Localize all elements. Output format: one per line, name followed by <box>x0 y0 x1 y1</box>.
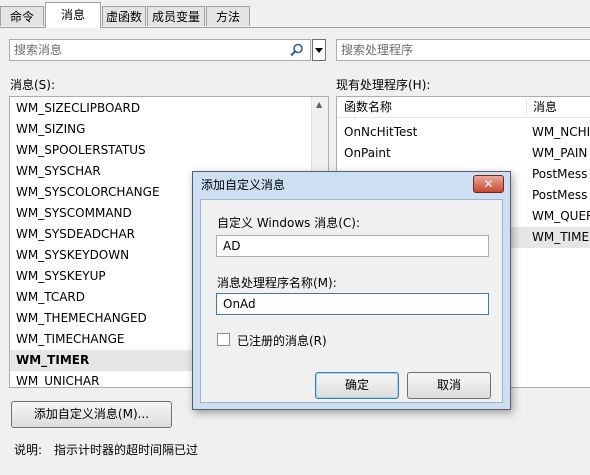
handler-message: PostMess <box>532 188 588 202</box>
table-row[interactable]: OnNcHitTest WM_NCHI <box>337 122 590 143</box>
add-custom-message-button[interactable]: 添加自定义消息(M)... <box>11 401 172 428</box>
handler-message: WM_PAIN <box>532 146 588 160</box>
list-item[interactable]: WM_TIMECHANGE <box>16 329 125 350</box>
registered-message-checkbox[interactable] <box>217 333 230 346</box>
handler-name-label: 消息处理程序名称(M): <box>217 276 337 290</box>
ok-button[interactable]: 确定 <box>315 372 399 399</box>
list-item[interactable]: WM_SYSKEYDOWN <box>16 245 129 266</box>
tab-commands[interactable]: 命令 <box>0 6 44 26</box>
search-messages-dropdown-button[interactable] <box>312 39 326 61</box>
handler-message: WM_QUER <box>532 209 590 223</box>
handlers-label: 现有处理程序(H): <box>336 78 431 92</box>
tab-messages[interactable]: 消息 <box>45 2 101 28</box>
handler-function: OnPaint <box>344 146 391 160</box>
tab-strip: 命令 消息 虚函数 成员变量 方法 <box>0 0 590 28</box>
list-item[interactable]: WM_SYSCHAR <box>16 161 101 182</box>
search-messages-input[interactable]: 搜索消息 <box>9 39 311 61</box>
tab-member-variables[interactable]: 成员变量 <box>147 6 205 26</box>
search-handlers-placeholder: 搜索处理程序 <box>341 43 414 57</box>
list-item[interactable]: WM_UNICHAR <box>16 371 99 387</box>
messages-label: 消息(S): <box>10 78 56 92</box>
list-item-selected[interactable]: WM_TIMER <box>10 350 196 371</box>
handler-message: PostMess <box>532 167 588 181</box>
dialog-body: 自定义 Windows 消息(C): AD 消息处理程序名称(M): OnAd … <box>200 199 503 403</box>
list-item[interactable]: WM_SIZING <box>16 119 85 140</box>
handlers-header: 函数名称 消息 <box>337 97 590 118</box>
list-item[interactable]: WM_SYSDEADCHAR <box>16 224 135 245</box>
list-item[interactable]: WM_THEMECHANGED <box>16 308 147 329</box>
search-messages-placeholder: 搜索消息 <box>14 43 63 57</box>
custom-message-label: 自定义 Windows 消息(C): <box>217 216 360 230</box>
list-item[interactable]: WM_SPOOLERSTATUS <box>16 140 146 161</box>
scroll-up-icon[interactable]: ▲ <box>316 100 322 109</box>
handler-message: WM_TIME <box>532 230 590 244</box>
cancel-button[interactable]: 取消 <box>407 372 491 399</box>
dialog-title: 添加自定义消息 <box>201 178 286 192</box>
add-custom-message-dialog: 添加自定义消息 ✕ 自定义 Windows 消息(C): AD 消息处理程序名称… <box>192 171 511 410</box>
handler-name-input[interactable]: OnAd <box>216 293 489 315</box>
description-label: 说明: <box>14 443 43 457</box>
description-text: 指示计时器的超时间隔已过 <box>54 443 199 457</box>
list-item[interactable]: WM_SIZECLIPBOARD <box>16 98 140 119</box>
list-item[interactable]: WM_SYSCOMMAND <box>16 203 132 224</box>
column-header-function[interactable]: 函数名称 <box>337 97 392 118</box>
registered-message-label: 已注册的消息(R) <box>237 334 327 348</box>
list-item[interactable]: WM_SYSKEYUP <box>16 266 106 287</box>
handler-function: OnNcHitTest <box>344 125 418 139</box>
list-item[interactable]: WM_SYSCOLORCHANGE <box>16 182 160 203</box>
column-header-message[interactable]: 消息 <box>526 97 557 118</box>
table-row[interactable]: OnPaint WM_PAIN <box>337 143 590 164</box>
tab-methods[interactable]: 方法 <box>206 6 250 26</box>
search-handlers-input[interactable]: 搜索处理程序 <box>336 39 590 61</box>
chevron-down-icon <box>315 48 323 53</box>
close-icon[interactable]: ✕ <box>473 175 504 193</box>
tab-virtual-functions[interactable]: 虚函数 <box>102 6 146 26</box>
list-item[interactable]: WM_TCARD <box>16 287 85 308</box>
search-icon[interactable] <box>290 43 304 57</box>
custom-message-input[interactable]: AD <box>216 235 489 257</box>
handler-message: WM_NCHI <box>532 125 590 139</box>
